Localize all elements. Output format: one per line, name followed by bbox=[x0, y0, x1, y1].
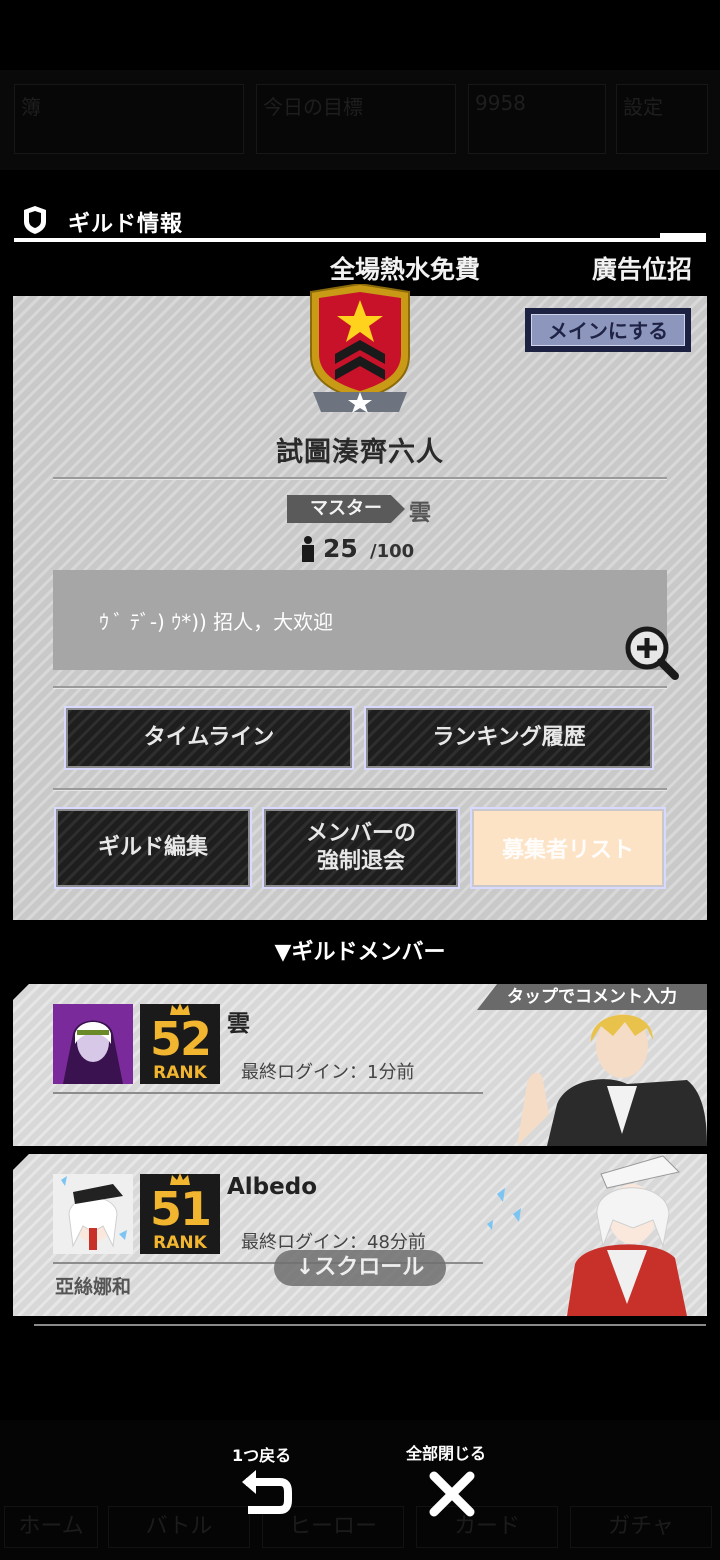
member-avatar bbox=[53, 1174, 133, 1254]
ticker-text: 全場熱水免費 bbox=[330, 255, 481, 284]
rank-number: 52 bbox=[149, 1012, 212, 1066]
close-all-label: 全部閉じる bbox=[406, 1444, 487, 1463]
bg-player-box: 簿 bbox=[14, 84, 244, 154]
member-card[interactable]: タップでコメント入力 52 RANK 雲 最終ログイン：1分前 bbox=[13, 984, 707, 1146]
bg-text: 簿 bbox=[21, 95, 41, 119]
background-tab-bar: ホーム バトル ヒーロー カード ガチャ bbox=[0, 1420, 720, 1560]
list-bottom-divider bbox=[34, 1324, 706, 1326]
bg-goal-box: 今日の目標 bbox=[256, 84, 456, 154]
ranking-history-button-label: ランキング履歴 bbox=[432, 725, 586, 750]
guild-info-panel: メインにする 試圖湊齊六人 マスター 雲 25 /100 ｳ ﾞ ﾃﾞ-) ｳ*… bbox=[13, 284, 707, 920]
ticker-text: 廣告位招 bbox=[592, 255, 693, 284]
guild-comment-box: ｳ ﾞ ﾃﾞ-) ｳ*)) 招人，大欢迎 bbox=[53, 570, 679, 680]
member-name: 雲 bbox=[227, 1011, 250, 1037]
back-label: 1つ戻る bbox=[232, 1446, 292, 1465]
bg-tab: ガチャ bbox=[570, 1506, 712, 1548]
guild-emblem bbox=[310, 284, 410, 413]
member-max: /100 bbox=[370, 541, 415, 562]
set-main-button-label: メインにする bbox=[531, 314, 685, 346]
divider bbox=[53, 686, 667, 689]
news-ticker: 全場熱水免費 廣告位招 bbox=[0, 250, 706, 284]
close-icon[interactable] bbox=[428, 1470, 476, 1518]
scroll-hint: ↓スクロール bbox=[274, 1250, 446, 1286]
member-card[interactable]: 51 RANK Albedo 最終ログイン：48分前 亞絲娜和 bbox=[13, 1154, 707, 1316]
timeline-button[interactable]: タイムライン bbox=[64, 706, 354, 770]
rank-word: RANK bbox=[153, 1063, 207, 1083]
rank-badge: 52 RANK bbox=[140, 1003, 220, 1084]
bg-settings-box: 設定 bbox=[616, 84, 708, 154]
master-label: マスター bbox=[287, 495, 405, 523]
bg-tab: バトル bbox=[108, 1506, 250, 1548]
member-last-login: 最終ログイン：1分前 bbox=[241, 1062, 415, 1083]
divider bbox=[53, 788, 667, 791]
members-section-title: ▼ギルドメンバー bbox=[274, 940, 446, 965]
page-title: ギルド情報 bbox=[68, 212, 184, 237]
guild-edit-button[interactable]: ギルド編集 bbox=[54, 807, 252, 889]
force-leave-button[interactable]: メンバーの 強制退会 bbox=[262, 807, 460, 889]
rank-word: RANK bbox=[153, 1233, 207, 1253]
timeline-button-label: タイムライン bbox=[143, 725, 275, 750]
character-portrait bbox=[517, 1014, 707, 1146]
force-leave-button-label: メンバーの 強制退会 bbox=[305, 821, 416, 874]
member-comment: 亞絲娜和 bbox=[55, 1276, 132, 1298]
member-name: Albedo bbox=[227, 1174, 318, 1200]
applicant-list-button[interactable]: 募集者リスト bbox=[470, 807, 666, 889]
zoom-in-icon[interactable] bbox=[623, 624, 679, 680]
member-avatar bbox=[53, 1004, 133, 1084]
shield-icon bbox=[24, 206, 46, 234]
header-divider-accent bbox=[660, 233, 706, 239]
person-icon bbox=[302, 536, 314, 562]
guild-name: 試圖湊齊六人 bbox=[276, 437, 444, 468]
header-divider bbox=[14, 238, 706, 242]
bg-currency-box: 9958 bbox=[468, 84, 606, 154]
rank-badge: 51 RANK bbox=[140, 1173, 220, 1254]
bg-text: 設定 bbox=[623, 95, 663, 119]
ranking-history-button[interactable]: ランキング履歴 bbox=[364, 706, 654, 770]
background-status-bar: 簿 今日の目標 9958 設定 bbox=[0, 70, 720, 170]
set-main-button[interactable]: メインにする bbox=[525, 308, 691, 352]
bg-text: 今日の目標 bbox=[263, 95, 363, 119]
applicant-list-button-label: 募集者リスト bbox=[501, 838, 634, 863]
back-arrow-icon[interactable] bbox=[240, 1468, 292, 1516]
card-divider bbox=[53, 1092, 483, 1094]
bg-text: 9958 bbox=[475, 91, 526, 115]
character-portrait bbox=[487, 1155, 687, 1316]
rank-number: 51 bbox=[149, 1182, 212, 1236]
bg-tab: ホーム bbox=[4, 1506, 98, 1548]
master-name: 雲 bbox=[409, 501, 432, 526]
member-count: 25 bbox=[323, 534, 358, 563]
divider bbox=[53, 477, 667, 480]
guild-edit-button-label: ギルド編集 bbox=[97, 835, 208, 860]
guild-comment: ｳ ﾞ ﾃﾞ-) ｳ*)) 招人，大欢迎 bbox=[99, 610, 334, 634]
